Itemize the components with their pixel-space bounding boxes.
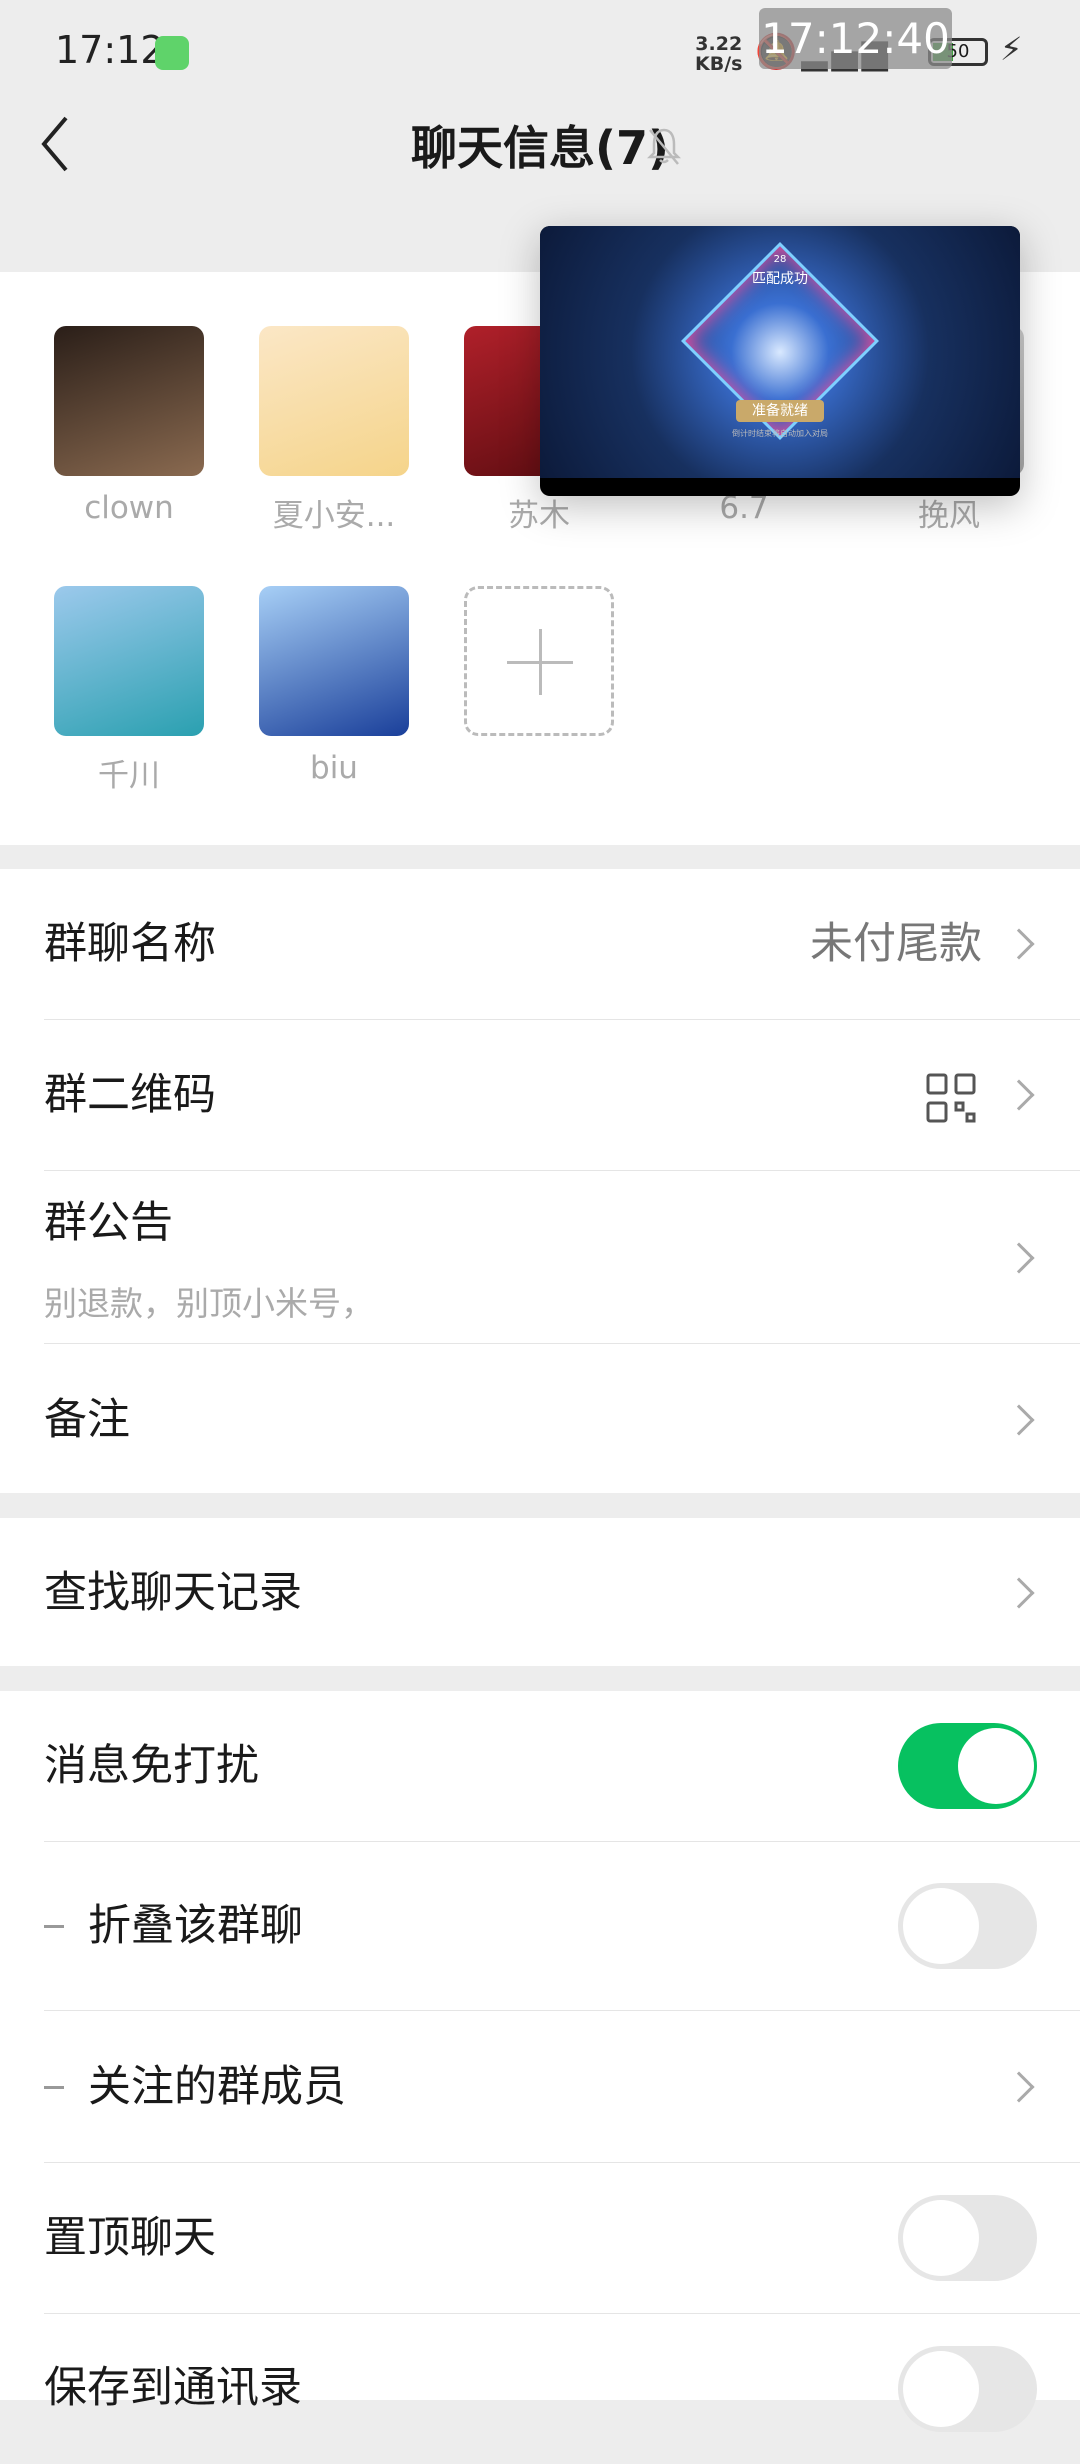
net-speed: 3.22 KB/s — [695, 34, 742, 74]
chat-options-section: 消息免打扰 折叠该群聊 关注的群成员 置顶聊天 保存到通讯录 — [0, 1691, 1080, 2432]
search-history-label: 查找聊天记录 — [44, 1568, 302, 1618]
group-notice-row[interactable]: 群公告 别退款，别顶小米号， — [0, 1171, 1080, 1343]
add-member-button[interactable] — [464, 586, 614, 736]
watched-members-row[interactable]: 关注的群成员 — [0, 2011, 1080, 2162]
member-item[interactable]: 千川 — [54, 586, 204, 795]
status-time: 17:12 — [55, 28, 165, 72]
mute-toggle[interactable] — [898, 1723, 1037, 1809]
avatar — [259, 326, 409, 476]
avatar — [259, 586, 409, 736]
fold-label: 折叠该群聊 — [88, 1901, 303, 1951]
net-speed-value: 3.22 — [695, 33, 743, 55]
notice-label: 群公告 — [44, 1198, 173, 1248]
chevron-right-icon — [1003, 928, 1035, 960]
watched-members-label: 关注的群成员 — [88, 2062, 346, 2112]
match-text: 匹配成功 — [752, 271, 808, 287]
hint-text: 倒计时结束将自动加入对局 — [732, 429, 828, 438]
group-settings-section: 群聊名称 未付尾款 群二维码 群公告 别退款，别顶小米号， 备注 — [0, 869, 1080, 1493]
member-name: 苏木 — [508, 498, 570, 534]
group-name-row[interactable]: 群聊名称 未付尾款 — [0, 869, 1080, 1019]
floating-game-window[interactable]: 28 匹配成功 准备就绪 倒计时结束将自动加入对局 — [540, 226, 1020, 496]
dash-icon — [44, 2086, 64, 2089]
search-history-section: 查找聊天记录 — [0, 1518, 1080, 1666]
member-name: 挽风 — [918, 498, 980, 534]
notice-preview: 别退款，别顶小米号， — [44, 1284, 374, 1323]
chevron-right-icon — [1003, 1577, 1035, 1609]
group-name-value: 未付尾款 — [810, 919, 982, 969]
member-name: biu — [310, 750, 358, 786]
charging-icon: ⚡ — [1000, 30, 1023, 68]
member-name: clown — [84, 490, 174, 526]
remark-label: 备注 — [44, 1395, 130, 1445]
fold-toggle[interactable] — [898, 1883, 1037, 1969]
status-bar: 17:12 3.22KB/s 🔕▂▄▆ 50 ⚡ 17:12:40 — [0, 0, 1080, 110]
save-contacts-label: 保存到通讯录 — [44, 2363, 302, 2413]
avatar — [54, 326, 204, 476]
chevron-right-icon — [1003, 2071, 1035, 2103]
dash-icon — [44, 1925, 64, 1928]
fold-row: 折叠该群聊 — [0, 1842, 1080, 2010]
member-item[interactable]: biu — [259, 586, 409, 786]
countdown: 28 — [773, 254, 787, 265]
member-item[interactable]: clown — [54, 326, 204, 526]
page-title: 聊天信息(7) — [410, 121, 670, 175]
search-history-row[interactable]: 查找聊天记录 — [0, 1518, 1080, 1666]
pin-label: 置顶聊天 — [44, 2213, 216, 2263]
member-name: 夏小安... — [272, 498, 396, 534]
plus-icon — [464, 586, 614, 736]
mute-row: 消息免打扰 — [0, 1691, 1080, 1841]
save-contacts-toggle[interactable] — [898, 2346, 1037, 2432]
chevron-right-icon — [1003, 1242, 1035, 1274]
bell-off-icon — [647, 128, 681, 165]
qr-code-icon — [926, 1073, 976, 1123]
screen-clock-overlay: 17:12:40 — [759, 8, 952, 69]
qr-code-row[interactable]: 群二维码 — [0, 1020, 1080, 1170]
battery-app-icon — [155, 36, 189, 70]
net-speed-unit: KB/s — [695, 53, 743, 75]
pin-toggle[interactable] — [898, 2195, 1037, 2281]
pin-row: 置顶聊天 — [0, 2163, 1080, 2313]
chevron-right-icon — [1003, 1079, 1035, 1111]
avatar — [54, 586, 204, 736]
mute-label: 消息免打扰 — [44, 1741, 259, 1791]
member-item[interactable]: 夏小安... — [259, 326, 409, 535]
qr-code-label: 群二维码 — [44, 1070, 216, 1120]
remark-row[interactable]: 备注 — [0, 1344, 1080, 1493]
member-name: 千川 — [98, 758, 160, 794]
save-contacts-row: 保存到通讯录 — [0, 2314, 1080, 2464]
ready-button: 准备就绪 — [736, 400, 824, 422]
group-name-label: 群聊名称 — [44, 919, 216, 969]
chevron-right-icon — [1003, 1404, 1035, 1436]
